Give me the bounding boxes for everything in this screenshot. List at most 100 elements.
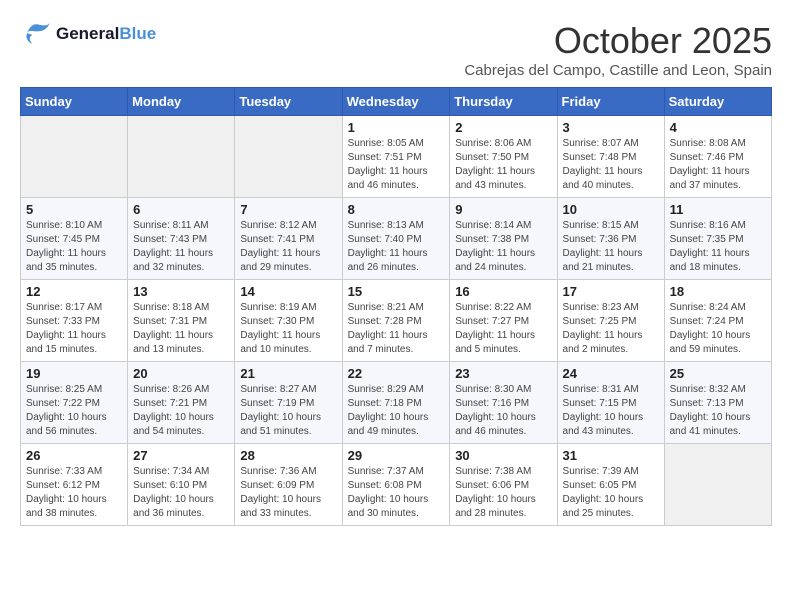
- day-number: 30: [455, 448, 551, 463]
- calendar-cell: [21, 116, 128, 198]
- calendar-cell: 14 Sunrise: 8:19 AM Sunset: 7:30 PM Dayli…: [235, 280, 342, 362]
- calendar-week-row: 5 Sunrise: 8:10 AM Sunset: 7:45 PM Daylig…: [21, 198, 772, 280]
- day-number: 19: [26, 366, 122, 381]
- calendar-cell: 27Sunrise: 7:34 AM Sunset: 6:10 PM Dayli…: [128, 444, 235, 526]
- day-info: Sunrise: 8:11 AM Sunset: 7:43 PM Dayligh…: [133, 219, 229, 275]
- calendar-cell: 26Sunrise: 7:33 AM Sunset: 6:12 PM Dayli…: [21, 444, 128, 526]
- day-info: Sunrise: 7:36 AM Sunset: 6:09 PM Dayligh…: [240, 465, 336, 521]
- day-info: Sunrise: 8:12 AM Sunset: 7:41 PM Dayligh…: [240, 219, 336, 275]
- day-number: 16: [455, 284, 551, 299]
- calendar-week-row: 1 Sunrise: 8:05 AM Sunset: 7:51 PM Daylig…: [21, 116, 772, 198]
- day-info: Sunrise: 8:22 AM Sunset: 7:27 PM Dayligh…: [455, 301, 551, 357]
- day-info: Sunrise: 8:15 AM Sunset: 7:36 PM Dayligh…: [563, 219, 659, 275]
- calendar-cell: 13 Sunrise: 8:18 AM Sunset: 7:31 PM Dayli…: [128, 280, 235, 362]
- day-number: 22: [348, 366, 445, 381]
- calendar-cell: 5 Sunrise: 8:10 AM Sunset: 7:45 PM Daylig…: [21, 198, 128, 280]
- calendar-week-row: 19 Sunrise: 8:25 AM Sunset: 7:22 PM Dayli…: [21, 362, 772, 444]
- calendar-cell: [664, 444, 771, 526]
- weekday-header-saturday: Saturday: [664, 88, 771, 116]
- day-info: Sunrise: 8:25 AM Sunset: 7:22 PM Dayligh…: [26, 383, 122, 439]
- calendar-cell: 19 Sunrise: 8:25 AM Sunset: 7:22 PM Dayli…: [21, 362, 128, 444]
- day-number: 7: [240, 202, 336, 217]
- calendar-cell: 24 Sunrise: 8:31 AM Sunset: 7:15 PM Dayli…: [557, 362, 664, 444]
- day-number: 26: [26, 448, 122, 463]
- logo: GeneralBlue: [20, 20, 156, 48]
- weekday-header-row: SundayMondayTuesdayWednesdayThursdayFrid…: [21, 88, 772, 116]
- day-number: 21: [240, 366, 336, 381]
- day-number: 29: [348, 448, 445, 463]
- day-info: Sunrise: 8:32 AM Sunset: 7:13 PM Dayligh…: [670, 383, 766, 439]
- day-info: Sunrise: 8:21 AM Sunset: 7:28 PM Dayligh…: [348, 301, 445, 357]
- day-number: 25: [670, 366, 766, 381]
- weekday-header-monday: Monday: [128, 88, 235, 116]
- day-info: Sunrise: 8:10 AM Sunset: 7:45 PM Dayligh…: [26, 219, 122, 275]
- calendar-cell: 15Sunrise: 8:21 AM Sunset: 7:28 PM Dayli…: [342, 280, 450, 362]
- calendar-cell: 20 Sunrise: 8:26 AM Sunset: 7:21 PM Dayli…: [128, 362, 235, 444]
- day-info: Sunrise: 8:07 AM Sunset: 7:48 PM Dayligh…: [563, 137, 659, 193]
- month-year-title: October 2025: [464, 20, 772, 62]
- day-number: 31: [563, 448, 659, 463]
- calendar-cell: 17Sunrise: 8:23 AM Sunset: 7:25 PM Dayli…: [557, 280, 664, 362]
- day-info: Sunrise: 7:39 AM Sunset: 6:05 PM Dayligh…: [563, 465, 659, 521]
- day-number: 9: [455, 202, 551, 217]
- day-info: Sunrise: 8:05 AM Sunset: 7:51 PM Dayligh…: [348, 137, 445, 193]
- calendar-cell: [128, 116, 235, 198]
- calendar-cell: 11Sunrise: 8:16 AM Sunset: 7:35 PM Dayli…: [664, 198, 771, 280]
- day-number: 12: [26, 284, 122, 299]
- day-number: 2: [455, 120, 551, 135]
- day-info: Sunrise: 8:24 AM Sunset: 7:24 PM Dayligh…: [670, 301, 766, 357]
- location-subtitle: Cabrejas del Campo, Castille and Leon, S…: [464, 62, 772, 79]
- day-number: 23: [455, 366, 551, 381]
- calendar-cell: 8 Sunrise: 8:13 AM Sunset: 7:40 PM Daylig…: [342, 198, 450, 280]
- day-number: 5: [26, 202, 122, 217]
- weekday-header-thursday: Thursday: [450, 88, 557, 116]
- day-number: 20: [133, 366, 229, 381]
- calendar-cell: 29 Sunrise: 7:37 AM Sunset: 6:08 PM Dayli…: [342, 444, 450, 526]
- day-info: Sunrise: 7:34 AM Sunset: 6:10 PM Dayligh…: [133, 465, 229, 521]
- day-info: Sunrise: 8:23 AM Sunset: 7:25 PM Dayligh…: [563, 301, 659, 357]
- day-info: Sunrise: 8:30 AM Sunset: 7:16 PM Dayligh…: [455, 383, 551, 439]
- calendar-cell: 12Sunrise: 8:17 AM Sunset: 7:33 PM Dayli…: [21, 280, 128, 362]
- calendar-week-row: 26Sunrise: 7:33 AM Sunset: 6:12 PM Dayli…: [21, 444, 772, 526]
- day-number: 14: [240, 284, 336, 299]
- calendar-cell: 4 Sunrise: 8:08 AM Sunset: 7:46 PM Daylig…: [664, 116, 771, 198]
- day-info: Sunrise: 8:31 AM Sunset: 7:15 PM Dayligh…: [563, 383, 659, 439]
- calendar-table: SundayMondayTuesdayWednesdayThursdayFrid…: [20, 87, 772, 526]
- weekday-header-tuesday: Tuesday: [235, 88, 342, 116]
- day-number: 11: [670, 202, 766, 217]
- day-number: 1: [348, 120, 445, 135]
- calendar-cell: 23 Sunrise: 8:30 AM Sunset: 7:16 PM Dayli…: [450, 362, 557, 444]
- calendar-cell: 2 Sunrise: 8:06 AM Sunset: 7:50 PM Daylig…: [450, 116, 557, 198]
- day-info: Sunrise: 8:13 AM Sunset: 7:40 PM Dayligh…: [348, 219, 445, 275]
- day-number: 24: [563, 366, 659, 381]
- weekday-header-wednesday: Wednesday: [342, 88, 450, 116]
- day-number: 8: [348, 202, 445, 217]
- calendar-cell: 25 Sunrise: 8:32 AM Sunset: 7:13 PM Dayli…: [664, 362, 771, 444]
- calendar-week-row: 12Sunrise: 8:17 AM Sunset: 7:33 PM Dayli…: [21, 280, 772, 362]
- calendar-cell: 1 Sunrise: 8:05 AM Sunset: 7:51 PM Daylig…: [342, 116, 450, 198]
- calendar-cell: 3 Sunrise: 8:07 AM Sunset: 7:48 PM Daylig…: [557, 116, 664, 198]
- weekday-header-friday: Friday: [557, 88, 664, 116]
- day-info: Sunrise: 8:18 AM Sunset: 7:31 PM Dayligh…: [133, 301, 229, 357]
- day-number: 13: [133, 284, 229, 299]
- calendar-cell: [235, 116, 342, 198]
- day-info: Sunrise: 8:26 AM Sunset: 7:21 PM Dayligh…: [133, 383, 229, 439]
- calendar-cell: 16 Sunrise: 8:22 AM Sunset: 7:27 PM Dayli…: [450, 280, 557, 362]
- day-info: Sunrise: 8:29 AM Sunset: 7:18 PM Dayligh…: [348, 383, 445, 439]
- day-info: Sunrise: 8:08 AM Sunset: 7:46 PM Dayligh…: [670, 137, 766, 193]
- day-number: 4: [670, 120, 766, 135]
- calendar-cell: 31 Sunrise: 7:39 AM Sunset: 6:05 PM Dayli…: [557, 444, 664, 526]
- calendar-cell: 30Sunrise: 7:38 AM Sunset: 6:06 PM Dayli…: [450, 444, 557, 526]
- calendar-cell: 6Sunrise: 8:11 AM Sunset: 7:43 PM Daylig…: [128, 198, 235, 280]
- day-info: Sunrise: 8:06 AM Sunset: 7:50 PM Dayligh…: [455, 137, 551, 193]
- page-header: GeneralBlue October 2025 Cabrejas del Ca…: [20, 20, 772, 79]
- calendar-cell: 10Sunrise: 8:15 AM Sunset: 7:36 PM Dayli…: [557, 198, 664, 280]
- weekday-header-sunday: Sunday: [21, 88, 128, 116]
- day-info: Sunrise: 8:19 AM Sunset: 7:30 PM Dayligh…: [240, 301, 336, 357]
- title-area: October 2025 Cabrejas del Campo, Castill…: [464, 20, 772, 79]
- calendar-cell: 22 Sunrise: 8:29 AM Sunset: 7:18 PM Dayli…: [342, 362, 450, 444]
- calendar-cell: 21Sunrise: 8:27 AM Sunset: 7:19 PM Dayli…: [235, 362, 342, 444]
- calendar-cell: 9Sunrise: 8:14 AM Sunset: 7:38 PM Daylig…: [450, 198, 557, 280]
- day-info: Sunrise: 7:37 AM Sunset: 6:08 PM Dayligh…: [348, 465, 445, 521]
- day-number: 3: [563, 120, 659, 135]
